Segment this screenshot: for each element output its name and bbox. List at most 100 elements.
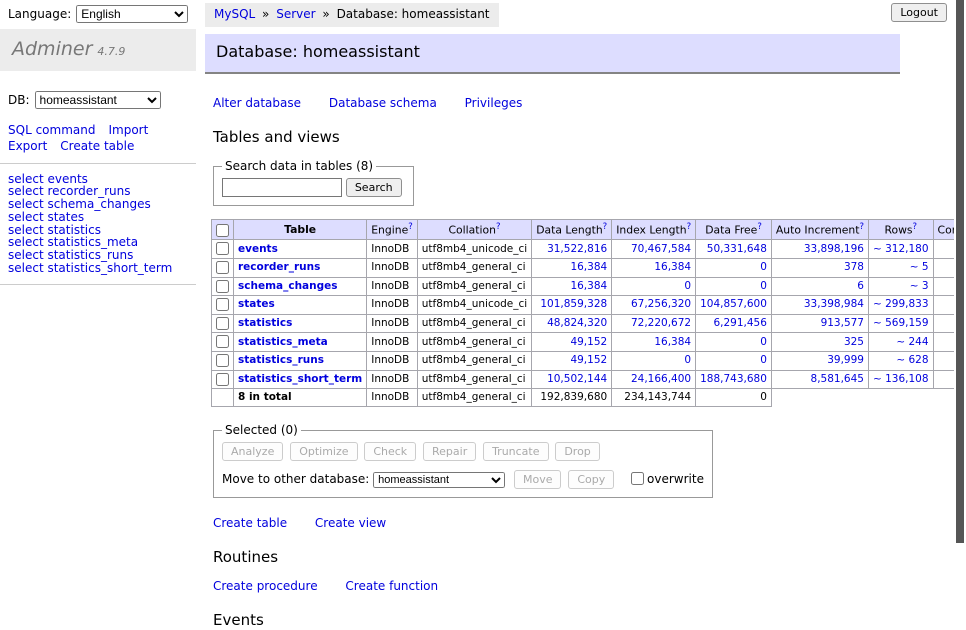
help-link[interactable]: ? (859, 222, 864, 232)
rows-link[interactable]: ~ 299,833 (873, 298, 929, 310)
logout-area: Logout (891, 3, 950, 22)
row-checkbox[interactable] (216, 317, 229, 330)
table-name-link[interactable]: statistics_runs (238, 354, 324, 366)
row-checkbox[interactable] (216, 354, 229, 367)
rows-link[interactable]: ~ 628 (896, 354, 928, 366)
data-length-link[interactable]: 48,824,320 (547, 317, 607, 329)
create-procedure-link[interactable]: Create procedure (213, 579, 318, 593)
table-name-link[interactable]: events (238, 243, 278, 255)
rows-link[interactable]: ~ 3 (910, 280, 929, 292)
row-checkbox[interactable] (216, 373, 229, 386)
rows-link[interactable]: ~ 312,180 (873, 243, 929, 255)
table-name-link[interactable]: statistics_meta (238, 336, 328, 348)
data-free-link[interactable]: 0 (760, 280, 767, 292)
breadcrumb-link-mysql[interactable]: MySQL (214, 7, 255, 21)
row-select-cell (212, 333, 234, 352)
database-schema-link[interactable]: Database schema (329, 96, 437, 110)
sidebar-item-select-statistics-short-term[interactable]: select statistics_short_term (8, 262, 188, 275)
rows-link[interactable]: ~ 569,159 (873, 317, 929, 329)
auto-increment-link[interactable]: 6 (857, 280, 864, 292)
row-checkbox[interactable] (216, 261, 229, 274)
data-length-link[interactable]: 16,384 (570, 261, 607, 273)
language-select[interactable]: English (76, 5, 188, 23)
sidebar-item-select-statistics-runs[interactable]: select statistics_runs (8, 249, 188, 262)
data-free-link[interactable]: 0 (760, 354, 767, 366)
help-link[interactable]: ? (496, 222, 501, 232)
create-table-link[interactable]: Create table (213, 516, 287, 530)
repair-button[interactable]: Repair (423, 442, 476, 461)
table-name-link[interactable]: states (238, 298, 275, 310)
privileges-link[interactable]: Privileges (465, 96, 523, 110)
sidebar-link-import[interactable]: Import (108, 123, 148, 137)
row-checkbox[interactable] (216, 298, 229, 311)
move-button[interactable]: Move (514, 470, 562, 489)
data-length-link[interactable]: 101,859,328 (540, 298, 607, 310)
rows-link[interactable]: ~ 5 (910, 261, 929, 273)
search-input[interactable] (222, 178, 342, 197)
table-name-link[interactable]: recorder_runs (238, 261, 320, 273)
help-link[interactable]: ? (757, 222, 762, 232)
data-free-link[interactable]: 0 (760, 336, 767, 348)
help-link[interactable]: ? (913, 222, 918, 232)
auto-increment-link[interactable]: 8,581,645 (811, 373, 864, 385)
auto-increment-link[interactable]: 325 (844, 336, 864, 348)
row-checkbox[interactable] (216, 242, 229, 255)
copy-button[interactable]: Copy (568, 470, 614, 489)
move-database-select[interactable]: homeassistant (373, 472, 505, 488)
rows-link[interactable]: ~ 244 (896, 336, 928, 348)
table-name-link[interactable]: statistics_short_term (238, 373, 362, 385)
sidebar-item-select-schema-changes[interactable]: select schema_changes (8, 198, 188, 211)
row-checkbox[interactable] (216, 335, 229, 348)
index-length-link[interactable]: 72,220,672 (631, 317, 691, 329)
data-free-link[interactable]: 188,743,680 (700, 373, 767, 385)
sidebar-link-sql-command[interactable]: SQL command (8, 123, 95, 137)
rows-link[interactable]: ~ 136,108 (873, 373, 929, 385)
create-view-link[interactable]: Create view (315, 516, 386, 530)
data-free-link[interactable]: 6,291,456 (713, 317, 766, 329)
data-length-link[interactable]: 49,152 (570, 336, 607, 348)
search-button[interactable]: Search (346, 178, 402, 197)
sidebar-item-select-states[interactable]: select states (8, 211, 188, 224)
data-free-link[interactable]: 50,331,648 (707, 243, 767, 255)
help-link[interactable]: ? (603, 222, 608, 232)
index-length-link[interactable]: 0 (684, 280, 691, 292)
total-num-cell: 0 (696, 389, 772, 407)
truncate-button[interactable]: Truncate (483, 442, 548, 461)
row-checkbox[interactable] (216, 280, 229, 293)
index-length-link[interactable]: 67,256,320 (631, 298, 691, 310)
check-button[interactable]: Check (364, 442, 416, 461)
auto-increment-link[interactable]: 378 (844, 261, 864, 273)
scrollbar-thumb[interactable] (956, 0, 964, 543)
help-link[interactable]: ? (408, 222, 413, 232)
auto-increment-link[interactable]: 913,577 (821, 317, 864, 329)
optimize-button[interactable]: Optimize (290, 442, 357, 461)
data-length-link[interactable]: 16,384 (570, 280, 607, 292)
index-length-link[interactable]: 16,384 (654, 336, 691, 348)
auto-increment-link[interactable]: 33,898,196 (804, 243, 864, 255)
breadcrumb-link-server[interactable]: Server (276, 7, 315, 21)
data-length-link[interactable]: 10,502,144 (547, 373, 607, 385)
table-name-link[interactable]: schema_changes (238, 280, 338, 292)
select-all-checkbox[interactable] (216, 224, 229, 237)
data-free-link[interactable]: 104,857,600 (700, 298, 767, 310)
alter-database-link[interactable]: Alter database (213, 96, 301, 110)
create-function-link[interactable]: Create function (345, 579, 438, 593)
table-name-link[interactable]: statistics (238, 317, 292, 329)
data-length-link[interactable]: 31,522,816 (547, 243, 607, 255)
overwrite-checkbox[interactable] (631, 472, 644, 485)
index-length-link[interactable]: 70,467,584 (631, 243, 691, 255)
index-length-link[interactable]: 24,166,400 (631, 373, 691, 385)
data-length-link[interactable]: 49,152 (570, 354, 607, 366)
auto-increment-link[interactable]: 39,999 (827, 354, 864, 366)
events-heading: Events (213, 611, 900, 630)
analyze-button[interactable]: Analyze (222, 442, 283, 461)
drop-button[interactable]: Drop (555, 442, 599, 461)
sidebar-link-create-table[interactable]: Create table (60, 139, 134, 153)
help-link[interactable]: ? (687, 222, 692, 232)
db-select[interactable]: homeassistant (35, 91, 161, 109)
index-length-link[interactable]: 16,384 (654, 261, 691, 273)
index-length-link[interactable]: 0 (684, 354, 691, 366)
auto-increment-link[interactable]: 33,398,984 (804, 298, 864, 310)
sidebar-link-export[interactable]: Export (8, 139, 47, 153)
data-free-link[interactable]: 0 (760, 261, 767, 273)
